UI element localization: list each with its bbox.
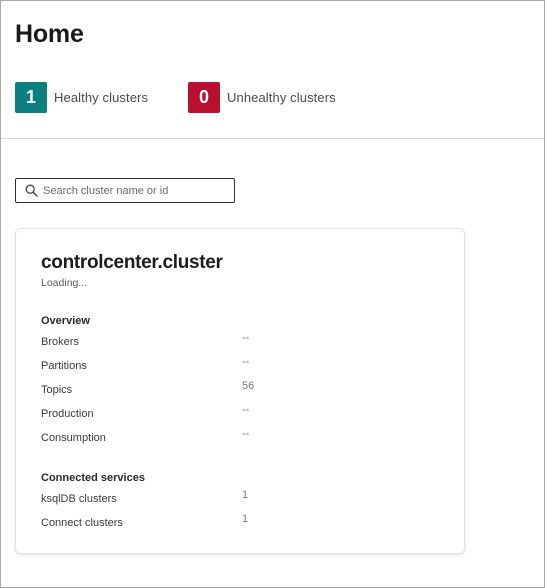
metric-value-connect: 1	[242, 513, 249, 525]
metric-value-topics: 56	[242, 380, 255, 392]
cluster-status: Loading...	[41, 277, 88, 289]
search-field[interactable]	[15, 178, 235, 203]
metric-value-brokers: --	[242, 332, 250, 344]
metric-value-partitions: --	[242, 356, 250, 368]
section-divider	[1, 138, 544, 139]
metric-value-ksqldb: 1	[242, 489, 249, 501]
cluster-name[interactable]: controlcenter.cluster	[41, 252, 223, 274]
app-window: Home 1 Healthy clusters 0 Unhealthy clus…	[0, 0, 545, 588]
unhealthy-clusters-stat[interactable]: 0 Unhealthy clusters	[188, 82, 336, 113]
unhealthy-clusters-label: Unhealthy clusters	[227, 90, 336, 105]
metric-label-ksqldb: ksqlDB clusters	[41, 493, 117, 505]
cluster-card[interactable]: controlcenter.cluster Loading... Overvie…	[15, 228, 465, 554]
metric-value-consumption: --	[242, 428, 250, 440]
metric-value-production: --	[242, 404, 250, 416]
connected-services-heading: Connected services	[41, 472, 145, 484]
metric-label-production: Production	[41, 408, 94, 420]
healthy-clusters-stat[interactable]: 1 Healthy clusters	[15, 82, 148, 113]
metric-label-brokers: Brokers	[41, 336, 79, 348]
metric-label-consumption: Consumption	[41, 432, 106, 444]
metric-label-partitions: Partitions	[41, 360, 87, 372]
metric-label-topics: Topics	[41, 384, 73, 396]
search-icon	[23, 183, 39, 199]
search-input[interactable]	[43, 184, 223, 197]
overview-heading: Overview	[41, 315, 90, 327]
healthy-count-badge: 1	[15, 82, 47, 113]
unhealthy-count-badge: 0	[188, 82, 220, 113]
healthy-clusters-label: Healthy clusters	[54, 90, 149, 105]
metric-label-connect: Connect clusters	[41, 517, 123, 529]
page-title: Home	[15, 20, 84, 48]
